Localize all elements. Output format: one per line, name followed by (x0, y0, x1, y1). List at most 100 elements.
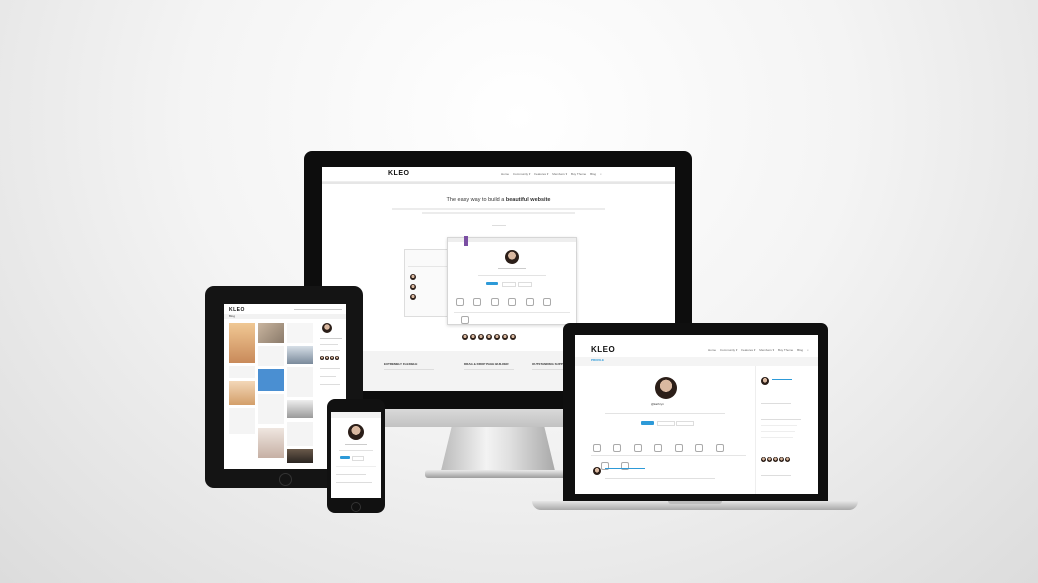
activity-icon[interactable] (593, 444, 601, 452)
ipad-logo[interactable]: KLEO (229, 307, 245, 313)
avatar (410, 274, 416, 280)
avatar[interactable] (502, 334, 508, 340)
home-button-icon[interactable] (279, 473, 292, 486)
message-button[interactable] (502, 282, 516, 287)
divider (408, 266, 450, 267)
follow-button[interactable] (486, 282, 498, 285)
message-button[interactable] (352, 456, 364, 461)
home-button-icon[interactable] (351, 502, 361, 512)
avatar[interactable] (761, 377, 769, 385)
imac-stand-foot (425, 470, 571, 478)
macbook-logo[interactable]: KLEO (591, 345, 615, 354)
post-card[interactable] (229, 408, 255, 434)
avatar[interactable] (655, 377, 677, 399)
search-icon[interactable]: ⌕ (807, 348, 809, 352)
avatar[interactable] (470, 334, 476, 340)
post-card[interactable] (287, 323, 313, 343)
avatar[interactable] (335, 356, 339, 360)
bookmark-icon (464, 236, 468, 246)
settings-icon[interactable] (461, 316, 469, 324)
bio-line (605, 413, 725, 414)
friends-icon[interactable] (674, 444, 683, 452)
avatar[interactable] (322, 323, 332, 333)
macbook-profile-name: @kathryn (651, 402, 664, 406)
post-card[interactable] (287, 367, 313, 397)
imac-profile-tabs (456, 293, 568, 329)
ipad-page-label: Blog (229, 314, 236, 318)
mb-nav-community[interactable]: Community ▾ (720, 348, 738, 352)
groups-icon[interactable] (695, 444, 704, 452)
mb-nav-home[interactable]: Home (708, 348, 716, 352)
imac-nav-home[interactable]: Home (501, 172, 509, 176)
avatar[interactable] (486, 334, 492, 340)
avatar[interactable] (761, 457, 766, 462)
avatar[interactable] (785, 457, 790, 462)
follow-button[interactable] (340, 456, 350, 459)
post-highlight[interactable] (258, 369, 284, 391)
sidebar-divider (755, 366, 756, 494)
messages-icon[interactable] (508, 298, 517, 306)
activity-icon[interactable] (456, 298, 464, 306)
mb-nav-members[interactable]: Members ▾ (759, 348, 774, 352)
avatar (410, 294, 416, 300)
sidebar-line (761, 437, 793, 438)
post-card[interactable] (229, 366, 255, 378)
imac-nav-members[interactable]: Members ▾ (552, 172, 567, 176)
feature-flexible: EXTREMELY FLEXIBLE (384, 362, 418, 366)
mb-nav-blog[interactable]: Blog (797, 348, 803, 352)
avatar[interactable] (478, 334, 484, 340)
post-card[interactable] (258, 394, 284, 424)
imac-nav-blog[interactable]: Blog (590, 172, 596, 176)
message-button[interactable] (657, 421, 675, 426)
feature-support: OUTSTANDING SUPPO (532, 362, 566, 366)
forums-icon[interactable] (715, 444, 724, 452)
notifications-icon[interactable] (633, 444, 642, 452)
messages-icon[interactable] (654, 444, 663, 452)
avatar[interactable] (773, 457, 778, 462)
more-button[interactable] (518, 282, 532, 287)
iphone-screen (331, 412, 381, 498)
avatar[interactable] (779, 457, 784, 462)
groups-icon[interactable] (543, 298, 552, 306)
friends-icon[interactable] (525, 298, 534, 306)
avatar[interactable] (320, 356, 324, 360)
imac-nav-community[interactable]: Community ▾ (513, 172, 531, 176)
post-image[interactable] (229, 381, 255, 405)
imac-nav-features[interactable]: Features ▾ (534, 172, 548, 176)
profile-icon[interactable] (473, 298, 482, 306)
more-button[interactable] (676, 421, 694, 426)
imac-headline-prefix: The easy way to build a (446, 197, 506, 203)
search-icon[interactable]: ⌕ (600, 172, 602, 176)
avatar[interactable] (494, 334, 500, 340)
post-card[interactable] (287, 422, 313, 446)
post-image[interactable] (229, 323, 255, 363)
post-image[interactable] (258, 323, 284, 343)
follow-button[interactable] (641, 421, 654, 425)
sidebar-user-line (772, 379, 792, 380)
post-card[interactable] (258, 346, 284, 366)
avatar[interactable] (348, 424, 364, 440)
post-image[interactable] (258, 428, 284, 458)
text-line (336, 474, 366, 475)
avatar[interactable] (330, 356, 334, 360)
notifications-icon[interactable] (490, 298, 499, 306)
avatar[interactable] (767, 457, 772, 462)
avatar[interactable] (593, 467, 601, 475)
post-image[interactable] (287, 449, 313, 463)
bio-line (339, 450, 373, 451)
avatar[interactable] (325, 356, 329, 360)
post-image[interactable] (287, 400, 313, 418)
imac-nav-buy[interactable]: Buy Theme (571, 172, 586, 176)
avatar[interactable] (510, 334, 516, 340)
avatar[interactable] (505, 250, 519, 264)
macbook-notch (668, 501, 722, 504)
mb-nav-features[interactable]: Features ▾ (741, 348, 755, 352)
profile-icon[interactable] (613, 444, 622, 452)
text-line (464, 369, 514, 370)
avatar[interactable] (462, 334, 468, 340)
post-image[interactable] (287, 346, 313, 364)
imac-logo[interactable]: KLEO (388, 170, 409, 177)
sidebar-line (320, 350, 340, 351)
iphone-header (331, 412, 381, 418)
mb-nav-buy[interactable]: Buy Theme (778, 348, 793, 352)
